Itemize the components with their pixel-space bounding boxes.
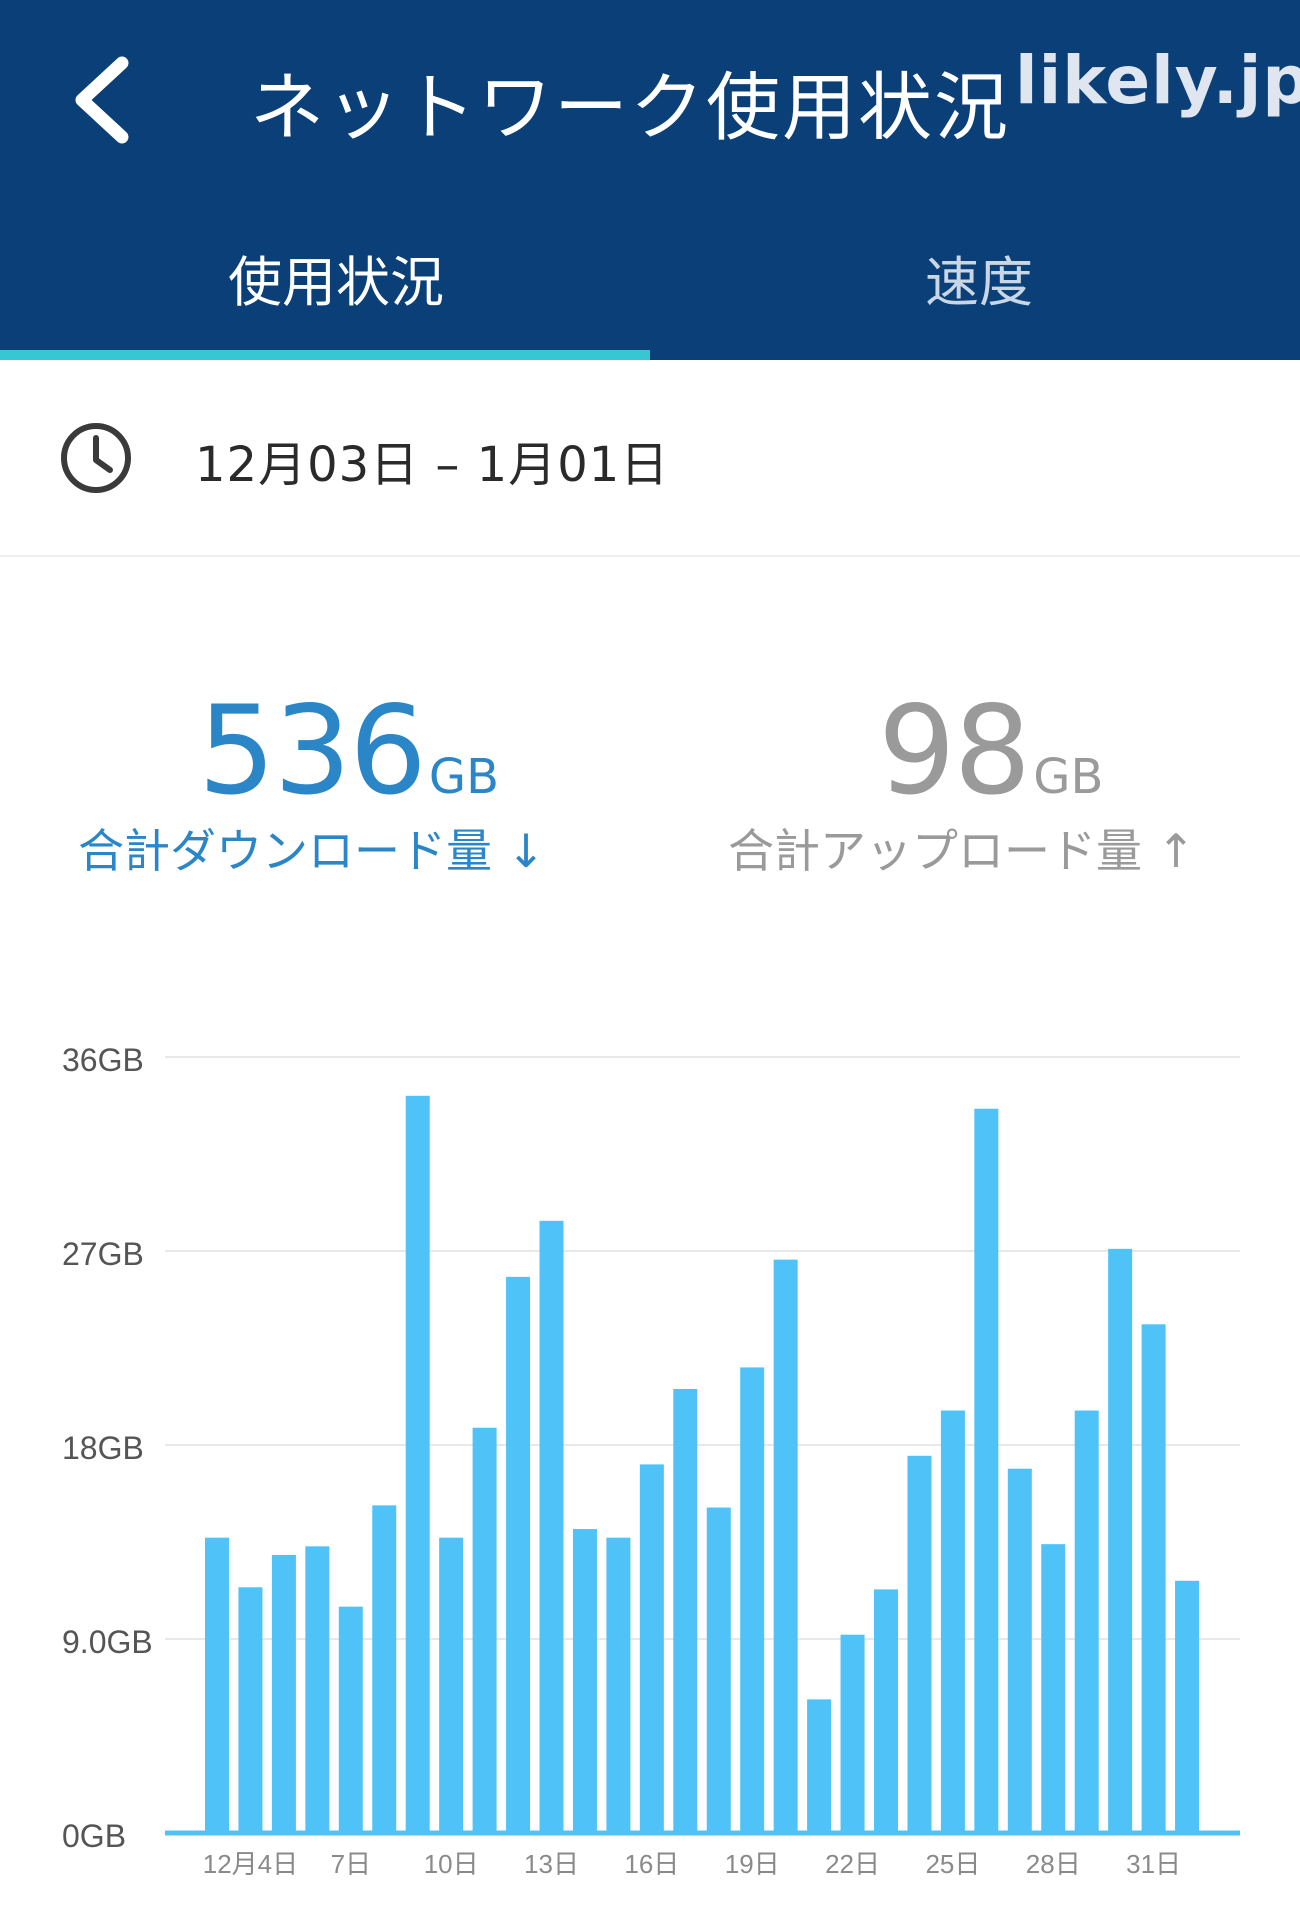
y-tick-label: 0GB [62, 1818, 126, 1854]
bar [1175, 1580, 1200, 1833]
bar [874, 1589, 898, 1833]
bar [338, 1606, 363, 1833]
tab-usage[interactable]: 使用状況 [228, 238, 444, 338]
y-tick-label: 18GB [62, 1430, 144, 1466]
brand-watermark: likely.jp [1015, 42, 1300, 119]
chevron-left-icon [75, 56, 129, 144]
bar [1141, 1324, 1166, 1833]
bar [907, 1455, 932, 1833]
upload-label: 合計アップロード量 ↑ [728, 824, 1196, 878]
y-tick-label: 36GB [62, 1042, 144, 1078]
bar [506, 1276, 531, 1833]
bar [639, 1464, 664, 1833]
x-tick-label: 25日 [925, 1849, 980, 1879]
bar [706, 1507, 731, 1833]
bar [205, 1537, 229, 1833]
network-usage-screen: ネットワーク使用状況 likely.jp 使用状況 速度 12月03日 – 1月… [0, 0, 1300, 1917]
upload-value: 98 [878, 680, 1031, 822]
bar [472, 1427, 497, 1833]
bar [1108, 1248, 1133, 1833]
tab-indicator [0, 350, 650, 360]
bar [372, 1505, 397, 1833]
date-range-text: 12月03日 – 1月01日 [195, 437, 670, 493]
daily-usage-chart: 36GB 27GB 18GB 9.0GB 0GB 12月4日 7日 10日 13日 16日 19日 2… [62, 1042, 1240, 1879]
upload-unit: GB [1033, 749, 1104, 805]
bar [740, 1367, 765, 1833]
x-tick-label: 22日 [825, 1849, 880, 1879]
bar [673, 1388, 698, 1833]
app-bar: ネットワーク使用状況 likely.jp 使用状況 速度 [0, 0, 1300, 360]
bar [1074, 1410, 1099, 1833]
bar [405, 1095, 430, 1833]
bar [271, 1554, 296, 1833]
tab-speed[interactable]: 速度 [925, 238, 1033, 338]
bar [974, 1108, 999, 1833]
bar [238, 1587, 263, 1833]
x-tick-label: 28日 [1026, 1849, 1081, 1879]
bar [773, 1259, 798, 1833]
download-unit: GB [428, 749, 499, 805]
clock-icon [61, 423, 131, 493]
y-tick-label: 27GB [62, 1236, 144, 1272]
x-tick-label: 19日 [725, 1849, 780, 1879]
x-tick-label: 7日 [331, 1849, 371, 1879]
bar [539, 1220, 564, 1833]
bar [572, 1529, 597, 1833]
download-label: 合計ダウンロード量 ↓ [78, 824, 546, 878]
x-tick-label: 10日 [424, 1849, 479, 1879]
bar [1007, 1468, 1032, 1833]
bar [1041, 1544, 1066, 1833]
download-value: 536 [198, 680, 427, 822]
total-upload: 98GB [878, 680, 1103, 822]
divider [0, 555, 1300, 557]
date-range-row[interactable]: 12月03日 – 1月01日 [0, 360, 1300, 555]
x-tick-label: 12月4日 [203, 1849, 298, 1879]
y-tick-label: 9.0GB [62, 1624, 153, 1660]
total-download: 536GB [198, 680, 499, 822]
back-button[interactable] [60, 45, 150, 155]
x-tick-label: 16日 [624, 1849, 679, 1879]
bar [606, 1537, 631, 1833]
bar [840, 1634, 865, 1833]
bar [439, 1537, 464, 1833]
x-tick-label: 13日 [524, 1849, 579, 1879]
x-tick-label: 31日 [1126, 1849, 1181, 1879]
bar [305, 1546, 330, 1833]
bar [807, 1699, 832, 1833]
bar [940, 1410, 965, 1833]
page-title: ネットワーク使用状況 [250, 65, 1010, 151]
